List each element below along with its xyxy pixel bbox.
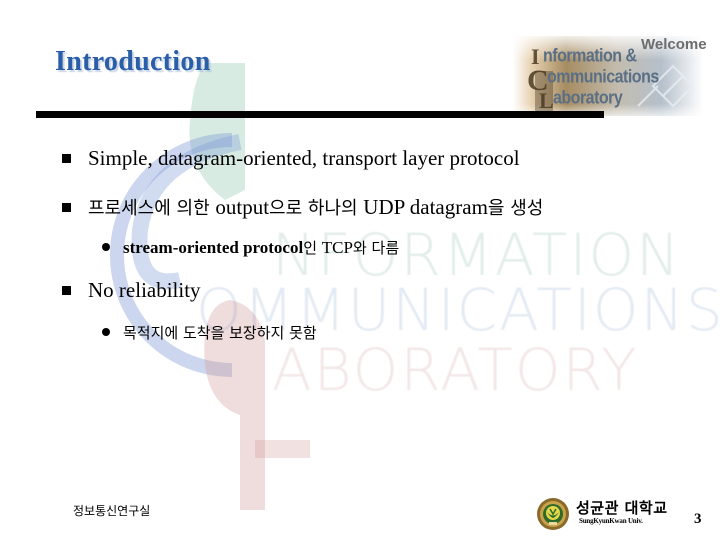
square-bullet-icon: [62, 285, 71, 295]
slide: NFORMATION OMMUNICATIONS ABORATORY Intro…: [0, 0, 720, 540]
round-bullet-icon: [102, 243, 110, 252]
watermark-green-hook: [189, 63, 245, 200]
bullet-item: No reliability: [62, 278, 201, 303]
text-segment: 을 생성: [487, 198, 544, 219]
square-bullet-icon: [62, 153, 71, 163]
text-segment: output: [215, 195, 270, 219]
text-segment: stream-oriented protocol: [123, 238, 304, 257]
university-name: 성균관 대학교: [576, 499, 668, 517]
bullet-item: 프로세스에 의한 output으로 하나의 UDP datagram을 생성: [62, 194, 543, 220]
text-segment: 으로 하나의: [269, 198, 364, 219]
text-segment: UDP datagram: [363, 195, 488, 219]
bullet-item: Simple, datagram-oriented, transport lay…: [62, 146, 520, 171]
bullet-text-3: No reliability: [88, 278, 201, 302]
text-segment: 와 다름: [352, 239, 400, 257]
welcome-banner: Welcome I nformation & C ommunications L…: [513, 36, 707, 116]
text-segment: No reliability: [88, 278, 201, 302]
text-segment: 프로세스에 의한: [88, 198, 216, 219]
banner-line-laboratory: aboratory: [553, 88, 623, 109]
sub-bullet-text-2: 목적지에 도착을 보장하지 못함: [123, 323, 317, 342]
sub-bullet-item: 목적지에 도착을 보장하지 못함: [102, 322, 317, 343]
bullet-text-2: 프로세스에 의한 output으로 하나의 UDP datagram을 생성: [88, 195, 543, 219]
round-bullet-icon: [102, 328, 110, 337]
banner-line-communications: ommunications: [547, 67, 659, 88]
banner-line-information: nformation &: [543, 46, 637, 67]
text-segment: 인: [303, 239, 322, 257]
watermark-text-laboratory: ABORATORY: [272, 336, 639, 404]
university-emblem-icon: [537, 498, 569, 530]
text-segment: Simple, datagram-oriented, transport lay…: [88, 146, 520, 170]
title-underline-rule: [36, 111, 604, 118]
text-segment: 목적지에 도착을 보장하지 못함: [123, 324, 317, 342]
watermark-red-foot: [255, 440, 310, 458]
banner-welcome-text: Welcome: [641, 36, 707, 53]
bullet-text-1: Simple, datagram-oriented, transport lay…: [88, 146, 520, 170]
page-number: 3: [694, 511, 702, 527]
slide-title: Introduction: [55, 46, 211, 77]
square-bullet-icon: [62, 202, 71, 212]
sub-bullet-item: stream-oriented protocol인 TCP와 다름: [102, 237, 399, 258]
footer-lab-name: 정보통신연구실: [73, 504, 151, 518]
sub-bullet-text-1: stream-oriented protocol인 TCP와 다름: [123, 238, 399, 257]
text-segment: TCP: [321, 238, 353, 257]
university-english-name: SungKyunKwan Univ.: [579, 517, 643, 525]
